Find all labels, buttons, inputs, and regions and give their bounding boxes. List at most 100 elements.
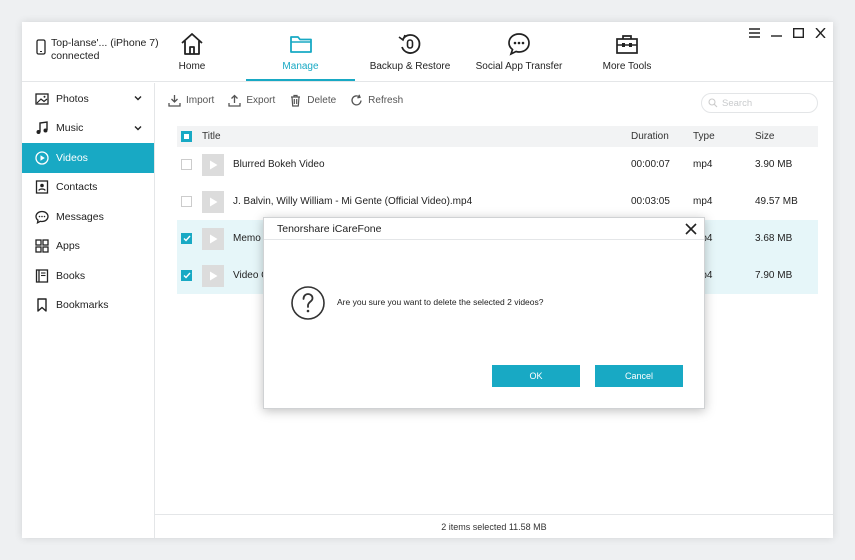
sidebar-item-label: Books — [56, 269, 86, 282]
import-icon — [168, 95, 181, 107]
trash-icon — [291, 94, 301, 107]
message-icon — [35, 210, 49, 224]
sidebar-item-label: Videos — [56, 151, 88, 164]
sidebar-item-label: Contacts — [56, 181, 98, 194]
dialog-title: Tenorshare iCareFone — [264, 218, 704, 240]
row-title: Blurred Bokeh Video — [233, 159, 325, 170]
contact-card-icon — [35, 180, 49, 194]
row-size: 49.57 MB — [755, 196, 798, 207]
row-duration: 00:00:07 — [631, 159, 670, 170]
nav-backup-restore-label: Backup & Restore — [369, 61, 451, 72]
import-button[interactable]: Import — [168, 94, 214, 107]
device-info: Top-lanse'... (iPhone 7) connected — [36, 37, 159, 63]
select-all-checkbox[interactable] — [181, 131, 192, 142]
nav-more-tools[interactable]: More Tools — [596, 22, 658, 81]
video-thumbnail — [202, 227, 224, 250]
minimize-icon[interactable] — [769, 26, 783, 40]
apps-grid-icon — [35, 239, 49, 253]
table-row[interactable]: Blurred Bokeh Video 00:00:07 mp4 3.90 MB — [177, 146, 818, 183]
row-checkbox[interactable] — [181, 233, 192, 244]
row-size: 7.90 MB — [755, 270, 793, 281]
sidebar-item-label: Messages — [56, 210, 104, 223]
row-checkbox[interactable] — [181, 159, 192, 170]
search-input[interactable]: Search — [701, 93, 818, 113]
maximize-icon[interactable] — [791, 26, 805, 40]
nav-home[interactable]: Home — [170, 22, 214, 81]
delete-button[interactable]: Delete — [289, 94, 336, 107]
window-controls — [747, 26, 827, 40]
refresh-button[interactable]: Refresh — [350, 94, 403, 107]
toolbox-icon — [616, 35, 638, 54]
sidebar-item-label: Photos — [56, 92, 89, 105]
device-status: connected — [51, 50, 100, 62]
export-icon — [228, 94, 241, 107]
sidebar-item-messages[interactable]: Messages — [22, 202, 154, 232]
column-size[interactable]: Size — [755, 126, 774, 147]
nav-manage-label: Manage — [282, 61, 319, 72]
row-title: Memo — [233, 233, 261, 244]
book-icon — [35, 269, 49, 283]
chevron-down-icon[interactable] — [133, 93, 143, 103]
search-placeholder: Search — [722, 97, 753, 109]
video-thumbnail — [202, 190, 224, 213]
dialog-close-icon[interactable] — [684, 222, 698, 236]
chevron-down-icon[interactable] — [133, 123, 143, 133]
top-bar: Top-lanse'... (iPhone 7) connected Home … — [22, 22, 833, 82]
row-size: 3.68 MB — [755, 233, 793, 244]
nav-more-tools-label: More Tools — [602, 61, 652, 72]
play-icon — [209, 197, 217, 206]
search-icon — [708, 98, 718, 108]
close-icon[interactable] — [813, 26, 827, 40]
sidebar-item-bookmarks[interactable]: Bookmarks — [22, 291, 154, 321]
ok-button[interactable]: OK — [492, 365, 580, 387]
table-row[interactable]: J. Balvin, Willy William - Mi Gente (Off… — [177, 183, 818, 220]
column-title[interactable]: Title — [202, 126, 221, 147]
nav-social-app-transfer[interactable]: Social App Transfer — [475, 22, 563, 81]
nav-social-app-transfer-label: Social App Transfer — [475, 61, 563, 72]
play-icon — [209, 234, 217, 243]
menu-icon[interactable] — [747, 26, 761, 40]
refresh-icon — [351, 94, 362, 106]
export-label: Export — [246, 95, 276, 106]
column-duration[interactable]: Duration — [631, 126, 669, 147]
status-bar: 2 items selected 11.58 MB — [155, 514, 833, 538]
sidebar-item-videos[interactable]: Videos — [22, 143, 154, 173]
bookmark-icon — [37, 298, 47, 312]
sidebar-item-photos[interactable]: Photos — [22, 84, 154, 114]
folder-icon — [289, 36, 312, 53]
sidebar-item-contacts[interactable]: Contacts — [22, 173, 154, 203]
video-thumbnail — [202, 153, 224, 176]
sidebar-item-label: Music — [56, 122, 84, 135]
sidebar-item-books[interactable]: Books — [22, 261, 154, 291]
device-name: Top-lanse'... (iPhone 7) — [51, 37, 159, 49]
confirm-delete-dialog: Tenorshare iCareFone Are you sure you wa… — [263, 217, 705, 409]
nav-home-label: Home — [178, 61, 206, 72]
table-header: Title Duration Type Size — [177, 126, 818, 147]
music-note-icon — [36, 121, 48, 135]
sidebar-item-label: Apps — [56, 240, 80, 253]
question-icon — [291, 286, 325, 320]
play-icon — [209, 271, 217, 280]
play-icon — [209, 160, 217, 169]
refresh-label: Refresh — [368, 95, 404, 106]
row-title: J. Balvin, Willy William - Mi Gente (Off… — [233, 196, 473, 207]
cancel-button[interactable]: Cancel — [595, 365, 683, 387]
toolbar: Import Export Delete Refresh — [168, 94, 403, 107]
row-type: mp4 — [693, 159, 713, 170]
dialog-message: Are you sure you want to delete the sele… — [337, 297, 544, 307]
backup-restore-icon — [398, 34, 421, 54]
export-button[interactable]: Export — [228, 94, 275, 107]
delete-label: Delete — [307, 95, 337, 106]
sidebar-item-label: Bookmarks — [56, 299, 109, 312]
nav-manage[interactable]: Manage — [246, 22, 355, 81]
nav-backup-restore[interactable]: Backup & Restore — [368, 22, 452, 81]
play-circle-icon — [35, 151, 49, 165]
phone-icon — [36, 39, 46, 55]
row-checkbox[interactable] — [181, 196, 192, 207]
column-type[interactable]: Type — [693, 126, 715, 147]
chat-bubble-icon — [508, 33, 530, 56]
row-checkbox[interactable] — [181, 270, 192, 281]
sidebar-item-apps[interactable]: Apps — [22, 232, 154, 262]
sidebar-item-music[interactable]: Music — [22, 114, 154, 144]
row-type: mp4 — [693, 196, 713, 207]
